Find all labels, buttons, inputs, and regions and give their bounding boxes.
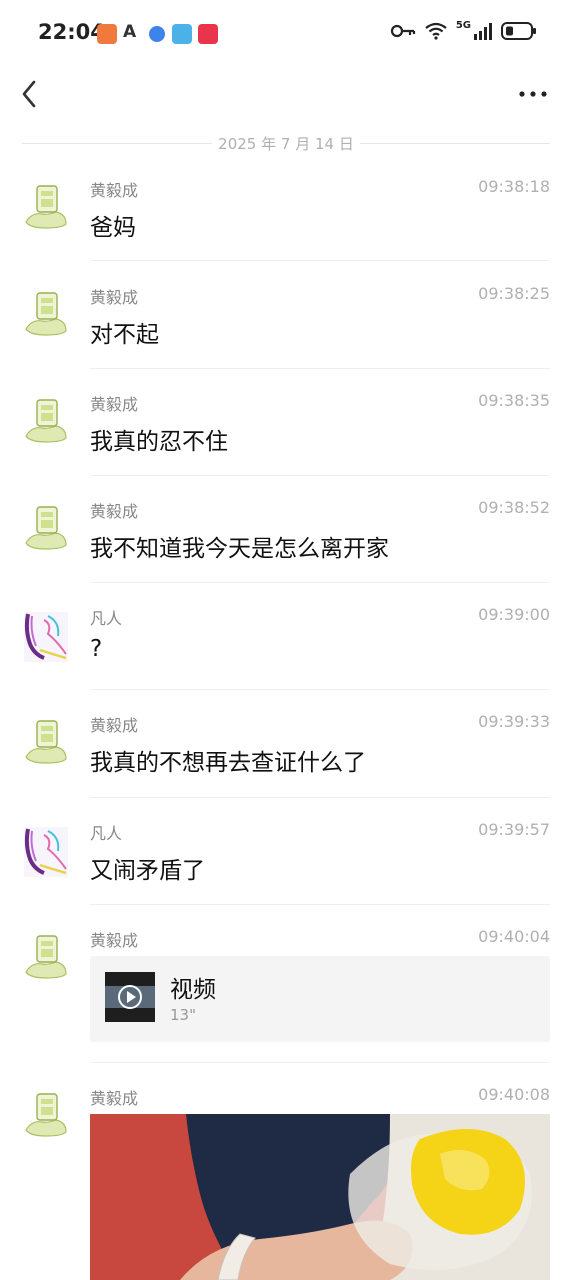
- message-time: 09:39:33: [478, 712, 550, 731]
- book-icon: [172, 24, 192, 44]
- sender-name: 黄毅成: [90, 1089, 139, 1108]
- message-time: 09:38:35: [478, 391, 550, 410]
- sender-name: 黄毅成: [90, 502, 139, 521]
- more-button[interactable]: [517, 84, 549, 104]
- sender-name: 凡人: [90, 824, 123, 843]
- sender-name: 黄毅成: [90, 181, 139, 200]
- message-text: 又闹矛盾了: [90, 858, 205, 884]
- message-divider: [90, 1062, 550, 1063]
- wifi-icon: [425, 22, 447, 40]
- message-time: 09:39:57: [478, 820, 550, 839]
- sender-name: 黄毅成: [90, 395, 139, 414]
- avatar[interactable]: [22, 932, 70, 986]
- avatar-icon: [25, 1093, 67, 1137]
- avatar-icon: [24, 827, 68, 877]
- message-divider: [90, 904, 550, 905]
- message-time: 09:38:18: [478, 177, 550, 196]
- play-circle-icon: [105, 985, 155, 1009]
- date-label: 2025 年 7 月 14 日: [218, 135, 354, 153]
- avatar-icon: [24, 612, 68, 662]
- message-text: 我不知道我今天是怎么离开家: [90, 536, 389, 562]
- nav-bar: [0, 66, 573, 122]
- video-card[interactable]: 视频 13": [90, 956, 550, 1042]
- message-text: 我真的忍不住: [90, 429, 228, 455]
- message-time: 09:39:00: [478, 605, 550, 624]
- message-divider: [90, 475, 550, 476]
- video-label: 视频: [170, 977, 216, 1003]
- battery-icon: [501, 22, 536, 40]
- avatar-icon: [25, 185, 67, 229]
- message-text: 我真的不想再去查证什么了: [90, 750, 366, 776]
- avatar[interactable]: [22, 825, 70, 879]
- avatar-icon: [25, 935, 67, 979]
- message-time: 09:40:04: [478, 927, 550, 946]
- photo-image: [90, 1114, 550, 1280]
- status-right: 5G: [390, 19, 537, 40]
- a-icon: A: [123, 22, 137, 42]
- avatar-icon: [25, 292, 67, 336]
- status-time: 22:04: [38, 20, 105, 44]
- sender-name: 黄毅成: [90, 288, 139, 307]
- status-bar: 22:04 A 5G: [0, 0, 573, 66]
- play-icon: [198, 24, 218, 44]
- message-divider: [90, 260, 550, 261]
- avatar-icon: [25, 720, 67, 764]
- network-label: 5G: [455, 19, 471, 31]
- avatar[interactable]: [22, 182, 70, 236]
- signal-icon: [474, 23, 492, 40]
- avatar-icon: [25, 399, 67, 443]
- back-button[interactable]: [16, 78, 44, 110]
- avatar[interactable]: [22, 396, 70, 450]
- chevron-left-icon: [22, 80, 36, 108]
- message-divider: [90, 689, 550, 690]
- globe-icon: [149, 26, 165, 42]
- key-icon: [390, 24, 415, 38]
- message-time: 09:38:25: [478, 284, 550, 303]
- avatar[interactable]: [22, 610, 70, 664]
- video-thumbnail[interactable]: [105, 972, 155, 1022]
- message-text: ?: [90, 636, 103, 662]
- avatar[interactable]: [22, 503, 70, 557]
- sender-name: 黄毅成: [90, 716, 139, 735]
- avatar[interactable]: [22, 717, 70, 771]
- more-icon: [519, 91, 547, 97]
- sender-name: 黄毅成: [90, 931, 139, 950]
- shield-icon: [97, 24, 117, 44]
- message-divider: [90, 368, 550, 369]
- video-duration: 13": [170, 1006, 196, 1024]
- sender-name: 凡人: [90, 609, 123, 628]
- message-divider: [90, 797, 550, 798]
- avatar[interactable]: [22, 289, 70, 343]
- message-text: 对不起: [90, 322, 159, 348]
- avatar-icon: [25, 506, 67, 550]
- message-divider: [90, 582, 550, 583]
- message-text: 爸妈: [90, 215, 136, 241]
- date-separator: 2025 年 7 月 14 日: [22, 132, 550, 154]
- message-time: 09:40:08: [478, 1085, 550, 1104]
- message-time: 09:38:52: [478, 498, 550, 517]
- photo-message[interactable]: [90, 1114, 550, 1280]
- avatar[interactable]: [22, 1090, 70, 1144]
